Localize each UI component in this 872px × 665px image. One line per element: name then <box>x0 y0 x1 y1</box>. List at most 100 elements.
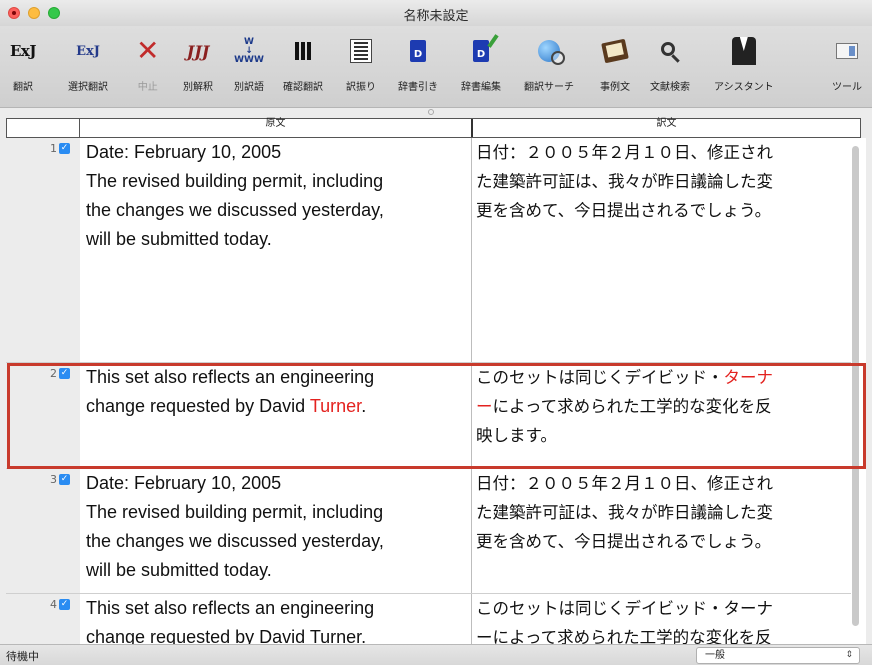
target-cell[interactable]: このセットは同じくデイビッド・ターナ ーによって求められた工学的な変化を反 <box>476 594 852 644</box>
literature-search-label: 文献検索 <box>650 82 690 93</box>
dictionary-edit-button[interactable]: D 辞書編集 <box>461 34 501 93</box>
lines-icon <box>350 39 372 63</box>
panel-icon <box>836 43 858 59</box>
selection-translate-button[interactable]: ExJ 選択翻訳 <box>68 34 108 94</box>
number-column-header[interactable] <box>7 119 80 137</box>
translate-button[interactable]: ExJ 翻訳 <box>10 34 36 93</box>
target-text: このセットは同じくデイビッド・ <box>476 368 724 387</box>
table-row[interactable]: 1 ✓ Date: February 10, 2005 The revised … <box>6 138 851 363</box>
target-line: このセットは同じくデイビッド・ターナ <box>476 599 773 618</box>
source-cell[interactable]: Date: February 10, 2005 The revised buil… <box>86 138 466 254</box>
source-cell[interactable]: This set also reflects an engineering ch… <box>86 594 466 644</box>
row-number: 1 ✓ <box>50 142 70 155</box>
translation-search-label: 翻訳サーチ <box>524 82 574 93</box>
source-line: This set also reflects an engineering <box>86 598 375 618</box>
tools-button[interactable]: ツール <box>832 34 862 93</box>
alt-word-button[interactable]: W ↓ WWW 別訳語 <box>234 34 264 93</box>
alt-interpretation-icon: JJJ <box>186 41 210 61</box>
target-cell[interactable]: 日付：２００５年２月１０日、修正され た建築許可証は、我々が昨日議論した変 更を… <box>476 469 852 556</box>
window-title: 名称未設定 <box>403 9 469 24</box>
row-checkbox[interactable]: ✓ <box>59 474 70 485</box>
row-number-text: 4 <box>50 598 57 611</box>
source-line: change requested by David Turner. <box>86 392 466 421</box>
source-line: Date: February 10, 2005 <box>86 473 282 493</box>
exj-translate-icon: ExJ <box>10 42 36 60</box>
target-line: ーによって求められた工学的な変化を反 <box>476 628 772 644</box>
source-line: The revised building permit, including <box>86 171 384 191</box>
source-line: Date: February 10, 2005 <box>86 142 282 162</box>
source-line: This set also reflects an engineering <box>86 367 375 387</box>
source-text: . <box>361 396 367 416</box>
target-cell[interactable]: このセットは同じくデイビッド・ターナ ーによって求められた工学的な変化を反 映し… <box>476 363 852 450</box>
alt-interpretation-button[interactable]: JJJ 別解釈 <box>183 34 213 94</box>
source-line: the changes we discussed yesterday, <box>86 200 384 220</box>
row-number: 4 ✓ <box>50 598 70 611</box>
alt-interpretation-label: 別解釈 <box>183 82 213 93</box>
translation-table: 1 ✓ Date: February 10, 2005 The revised … <box>6 138 866 644</box>
furigana-button[interactable]: 訳振り <box>346 34 376 93</box>
source-line: change requested by David Turner. <box>86 627 367 644</box>
dictionary-edit-icon: D <box>473 34 499 62</box>
source-cell[interactable]: Date: February 10, 2005 The revised buil… <box>86 469 466 585</box>
stop-button[interactable]: ✕ 中止 <box>136 34 160 94</box>
assistant-button[interactable]: アシスタント <box>714 34 774 93</box>
source-text: change requested by David <box>86 396 310 416</box>
row-checkbox[interactable]: ✓ <box>59 599 70 610</box>
translate-label: 翻訳 <box>12 82 33 93</box>
confirm-translate-button[interactable]: 確認翻訳 <box>283 34 323 93</box>
row-checkbox[interactable]: ✓ <box>59 143 70 154</box>
target-line: 日付：２００５年２月１０日、修正され <box>476 474 773 493</box>
alt-word-icon: W ↓ WWW <box>234 36 264 65</box>
assistant-label: アシスタント <box>714 82 774 93</box>
row-checkbox[interactable]: ✓ <box>59 368 70 379</box>
target-cell[interactable]: 日付：２００５年２月１０日、修正され た建築許可証は、我々が昨日議論した変 更を… <box>476 138 852 225</box>
toolbar: ExJ 翻訳 ExJ 選択翻訳 ✕ 中止 JJJ 別解釈 W ↓ WWW 別訳語 確… <box>0 26 872 108</box>
confirm-translate-label: 確認翻訳 <box>283 82 323 93</box>
dictionary-edit-label: 辞書編集 <box>461 82 501 93</box>
row-number: 3 ✓ <box>50 473 70 486</box>
globe-search-icon <box>538 40 565 65</box>
source-line: the changes we discussed yesterday, <box>86 531 384 551</box>
row-number: 2 ✓ <box>50 367 70 380</box>
source-line: will be submitted today. <box>86 229 272 249</box>
target-line: このセットは同じくデイビッド・ターナ <box>476 363 852 392</box>
field-select[interactable]: 一般 ⇕ <box>696 647 860 664</box>
source-line: will be submitted today. <box>86 560 272 580</box>
selection-translate-label: 選択翻訳 <box>68 82 108 93</box>
highlighted-term: Turner <box>309 396 362 416</box>
translation-search-button[interactable]: 翻訳サーチ <box>524 34 574 93</box>
tools-label: ツール <box>832 82 862 93</box>
status-text: 待機中 <box>6 650 39 663</box>
columns-icon <box>295 42 311 60</box>
dictionary-lookup-label: 辞書引き <box>398 82 438 93</box>
title-bar: 名称未設定 <box>0 0 872 26</box>
alt-word-label: 別訳語 <box>234 82 264 93</box>
split-grip-handle[interactable] <box>428 109 434 115</box>
table-header: 原文 訳文 <box>6 118 861 138</box>
magnifier-icon <box>661 42 675 56</box>
status-bar: 待機中 一般 ⇕ <box>0 644 872 665</box>
highlighted-term: ー <box>476 397 493 416</box>
field-select-value: 一般 <box>705 650 725 661</box>
stop-x-icon: ✕ <box>136 34 160 67</box>
row-number-text: 1 <box>50 142 57 155</box>
table-row[interactable]: 3 ✓ Date: February 10, 2005 The revised … <box>6 469 851 594</box>
notebook-icon <box>601 38 629 64</box>
target-column-header[interactable]: 訳文 <box>473 119 860 137</box>
furigana-label: 訳振り <box>346 82 376 93</box>
dictionary-lookup-button[interactable]: D 辞書引き <box>398 34 438 93</box>
example-sentence-label: 事例文 <box>600 82 630 93</box>
target-line: た建築許可証は、我々が昨日議論した変 <box>476 503 773 522</box>
source-cell[interactable]: This set also reflects an engineering ch… <box>86 363 466 421</box>
literature-search-button[interactable]: 文献検索 <box>650 34 690 93</box>
target-line: 更を含めて、今日提出されるでしょう。 <box>476 532 772 551</box>
source-line: The revised building permit, including <box>86 502 384 522</box>
example-sentence-button[interactable]: 事例文 <box>600 34 630 93</box>
row-number-text: 3 <box>50 473 57 486</box>
vertical-scrollbar[interactable] <box>852 146 859 626</box>
table-row[interactable]: 4 ✓ This set also reflects an engineerin… <box>6 594 851 644</box>
source-column-header[interactable]: 原文 <box>80 119 473 137</box>
table-row-selected[interactable]: 2 ✓ This set also reflects an engineerin… <box>6 363 851 469</box>
row-number-text: 2 <box>50 367 57 380</box>
target-line: 映します。 <box>476 426 557 445</box>
